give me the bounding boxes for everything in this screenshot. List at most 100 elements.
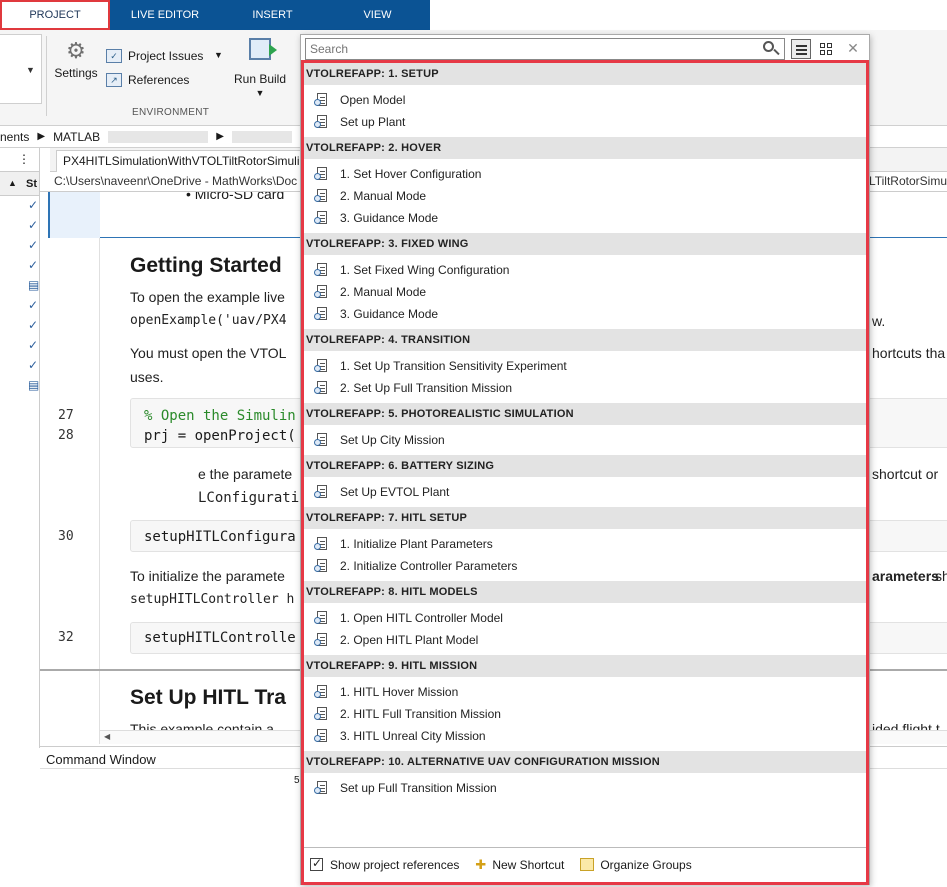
shortcut-group-header: VTOLREFAPP: 8. HITL MODELS [304, 581, 866, 603]
settings-button[interactable]: ⚙ Settings [52, 38, 100, 80]
shortcut-file-icon [314, 284, 328, 300]
chevron-down-icon[interactable]: ▼ [26, 65, 35, 75]
new-shortcut-button[interactable]: ✚ New Shortcut [475, 857, 564, 873]
shortcut-item[interactable]: Set Up City Mission [304, 429, 866, 451]
shortcut-group-items: Set Up EVTOL Plant [304, 477, 866, 507]
list-item[interactable]: ▤ [0, 276, 39, 296]
more-options-icon[interactable]: ⋮ [18, 152, 30, 166]
shortcut-group-header: VTOLREFAPP: 10. ALTERNATIVE UAV CONFIGUR… [304, 751, 866, 773]
run-build-button[interactable]: Run Build ▼ [232, 38, 288, 98]
shortcut-label: 1. Set Hover Configuration [340, 167, 482, 181]
checkbox-icon[interactable] [310, 856, 323, 871]
list-item[interactable]: ✓ [0, 216, 39, 236]
inline-code: openExample('uav/PX4 [130, 313, 287, 328]
file-path-right: LTiltRotorSimu [868, 174, 947, 188]
paragraph-text: sh [935, 568, 947, 584]
organize-groups-button[interactable]: Organize Groups [580, 857, 692, 872]
list-view-button[interactable] [791, 39, 811, 59]
file-path: C:\Users\naveenr\OneDrive - MathWorks\Do… [54, 174, 298, 188]
chevron-right-icon: ▶ [216, 131, 224, 142]
shortcut-file-icon [314, 166, 328, 182]
tab-live-editor[interactable]: LIVE EDITOR [110, 0, 220, 30]
section-heading: Set Up HITL Tra [130, 686, 286, 709]
check-icon: ✓ [28, 318, 39, 332]
shortcut-item[interactable]: 1. Initialize Plant Parameters [304, 533, 866, 555]
shortcut-item[interactable]: Open Model [304, 89, 866, 111]
list-item[interactable]: ✓ [0, 236, 39, 256]
shortcut-item[interactable]: 2. HITL Full Transition Mission [304, 703, 866, 725]
organize-groups-icon [580, 858, 595, 871]
search-field[interactable] [305, 38, 785, 60]
shortcut-item[interactable]: 2. Manual Mode [304, 281, 866, 303]
list-item[interactable]: ✓ [0, 196, 39, 216]
chevron-left-icon[interactable]: ◀ [104, 732, 110, 741]
shortcut-item[interactable]: 2. Open HITL Plant Model [304, 629, 866, 651]
popup-footer: Show project references ✚ New Shortcut O… [304, 847, 866, 881]
shortcut-group-items: 1. Set Up Transition Sensitivity Experim… [304, 351, 866, 403]
show-project-references-checkbox[interactable]: Show project references [310, 856, 459, 872]
list-item[interactable]: ✓ [0, 336, 39, 356]
shortcut-file-icon [314, 114, 328, 130]
command-window-text: 5 [294, 775, 300, 786]
shortcut-item[interactable]: 1. Set Hover Configuration [304, 163, 866, 185]
shortcut-file-icon [314, 728, 328, 744]
shortcut-item[interactable]: 1. Set Up Transition Sensitivity Experim… [304, 355, 866, 377]
tab-project[interactable]: PROJECT [0, 0, 110, 30]
run-build-label: Run Build [233, 72, 287, 86]
list-item[interactable]: ▤ [0, 376, 39, 396]
code-comment: % Open the Simulin [144, 408, 296, 424]
grid-view-button[interactable] [817, 39, 837, 59]
check-icon: ✓ [28, 298, 39, 312]
shortcut-label: 2. Manual Mode [340, 285, 427, 299]
shortcut-group-header: VTOLREFAPP: 1. SETUP [304, 63, 866, 85]
column-header[interactable]: ▲ St [0, 172, 39, 196]
shortcut-label: 3. HITL Unreal City Mission [340, 729, 486, 743]
shortcut-item[interactable]: 2. Initialize Controller Parameters [304, 555, 866, 577]
list-item[interactable]: ✓ [0, 296, 39, 316]
project-issues-label: Project Issues [128, 49, 204, 63]
shortcut-group-header: VTOLREFAPP: 7. HITL SETUP [304, 507, 866, 529]
shortcut-item[interactable]: Set up Full Transition Mission [304, 777, 866, 799]
paragraph-text: shortcut or [872, 466, 939, 482]
shortcut-item[interactable]: 3. Guidance Mode [304, 303, 866, 325]
shortcut-item[interactable]: 1. HITL Hover Mission [304, 681, 866, 703]
line-gutter: 27 28 30 32 [40, 192, 100, 744]
project-issues-button[interactable]: ✓ Project Issues [106, 46, 203, 66]
shortcut-item[interactable]: 1. Set Fixed Wing Configuration [304, 259, 866, 281]
shortcut-item[interactable]: 3. HITL Unreal City Mission [304, 725, 866, 747]
line-number: 27 [58, 408, 74, 423]
shortcut-file-icon [314, 188, 328, 204]
breadcrumb-item[interactable]: MATLAB [53, 130, 100, 144]
tab-insert[interactable]: INSERT [220, 0, 325, 30]
shortcut-item[interactable]: Set up Plant [304, 111, 866, 133]
shortcut-group-header: VTOLREFAPP: 6. BATTERY SIZING [304, 455, 866, 477]
list-item[interactable]: ✓ [0, 256, 39, 276]
shortcut-item[interactable]: 3. Guidance Mode [304, 207, 866, 229]
shortcut-item[interactable]: 2. Manual Mode [304, 185, 866, 207]
breadcrumb-item[interactable]: nents [0, 130, 29, 144]
search-icon[interactable] [761, 40, 781, 58]
shortcut-file-icon [314, 92, 328, 108]
toolstrip-tabs: PROJECT LIVE EDITOR INSERT VIEW [0, 0, 947, 30]
shortcut-item[interactable]: 1. Open HITL Controller Model [304, 607, 866, 629]
shortcut-label: 2. Open HITL Plant Model [340, 633, 479, 647]
close-icon[interactable]: ✕ [845, 39, 861, 59]
list-item[interactable]: ✓ [0, 356, 39, 376]
editor-tab[interactable]: PX4HITLSimulationWithVTOLTiltRotorSimuli… [56, 150, 316, 172]
list-item[interactable]: ✓ [0, 316, 39, 336]
shortcut-item[interactable]: 2. Set Up Full Transition Mission [304, 377, 866, 399]
chevron-down-icon[interactable]: ▼ [214, 50, 223, 60]
shortcut-file-icon [314, 536, 328, 552]
project-issues-icon: ✓ [106, 49, 122, 63]
check-icon: ✓ [28, 258, 39, 272]
ribbon-gallery[interactable]: ▼ [0, 34, 42, 104]
shortcut-label: 1. Open HITL Controller Model [340, 611, 503, 625]
organize-groups-label: Organize Groups [600, 857, 692, 872]
search-input[interactable] [306, 39, 784, 59]
code-line: setupHITLControlle [144, 630, 296, 646]
shortcut-label: 2. Set Up Full Transition Mission [340, 381, 513, 395]
shortcut-item[interactable]: Set Up EVTOL Plant [304, 481, 866, 503]
references-button[interactable]: ↗ References [106, 70, 189, 90]
chevron-down-icon[interactable]: ▼ [232, 88, 288, 98]
tab-view[interactable]: VIEW [325, 0, 430, 30]
